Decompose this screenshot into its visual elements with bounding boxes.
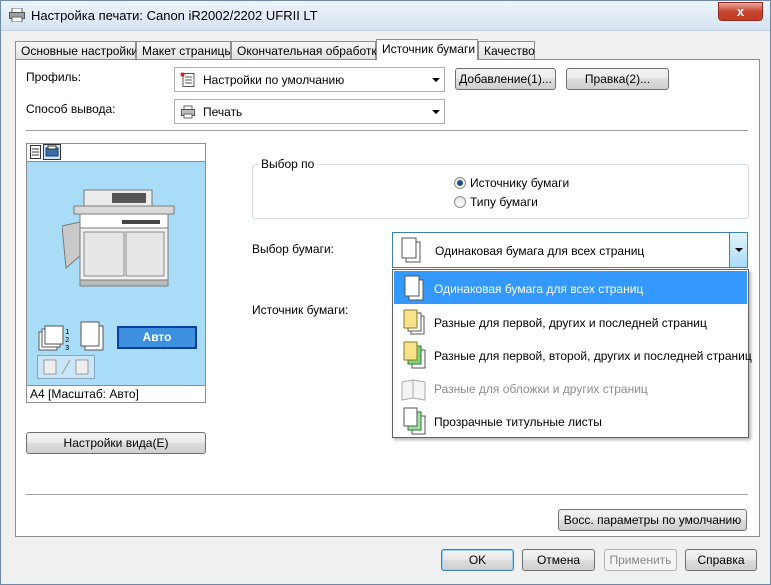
tab-page-layout[interactable]: Макет страницы xyxy=(136,41,233,59)
select-by-label: Выбор по xyxy=(258,157,318,171)
paper-same-icon xyxy=(400,274,428,302)
radio-by-paper-source[interactable] xyxy=(454,177,466,189)
dropdown-item-label: Разные для обложки и других страниц xyxy=(434,382,648,396)
cancel-button[interactable]: Отмена xyxy=(522,549,595,571)
dropdown-item-first-other-last[interactable]: Разные для первой, других и последней ст… xyxy=(394,305,747,338)
tab-quality[interactable]: Качество xyxy=(478,41,535,59)
profile-add-button[interactable]: Добавление(1)... xyxy=(455,68,556,90)
printer-view-icon[interactable] xyxy=(43,144,61,160)
divider xyxy=(26,130,748,131)
dropdown-item-first-second-other-last[interactable]: Разные для первой, второй, других и посл… xyxy=(394,338,752,371)
svg-text:1: 1 xyxy=(65,328,69,336)
help-button[interactable]: Справка xyxy=(685,549,757,571)
paper-select-combo[interactable]: Одинаковая бумага для всех страниц xyxy=(392,232,748,268)
staple-options xyxy=(37,355,95,379)
dropdown-item-label: Разные для первой, других и последней ст… xyxy=(434,316,707,330)
auto-button[interactable]: Авто xyxy=(117,326,197,349)
printer-icon xyxy=(9,8,25,22)
title-bar: Настройка печати: Canon iR2002/2202 UFRI… xyxy=(1,1,770,31)
paper-select-dropdown-list: Одинаковая бумага для всех страниц Разны… xyxy=(392,269,752,438)
paper-same-icon xyxy=(398,236,426,264)
preview-view-switcher xyxy=(26,143,206,161)
preview-caption: А4 [Масштаб: Авто] xyxy=(26,386,206,403)
output-method-label: Способ вывода: xyxy=(26,102,116,116)
copier-illustration xyxy=(62,182,177,290)
paper-stack-icon xyxy=(79,320,107,354)
profile-label: Профиль: xyxy=(26,70,82,84)
chevron-down-icon xyxy=(432,110,440,114)
apply-button[interactable]: Применить xyxy=(604,549,677,571)
profile-select[interactable]: Настройки по умолчанию xyxy=(174,67,445,92)
radio-by-paper-type[interactable] xyxy=(454,196,466,208)
chevron-down-icon xyxy=(432,78,440,82)
divider xyxy=(26,494,748,495)
print-icon xyxy=(180,104,196,120)
paper-select-label: Выбор бумаги: xyxy=(252,242,334,256)
paper-source-label: Источник бумаги: xyxy=(252,303,349,317)
paper-select-value: Одинаковая бумага для всех страниц xyxy=(435,244,645,258)
view-settings-button[interactable]: Настройки вида(E) xyxy=(26,432,206,454)
dropdown-item-label: Прозрачные титульные листы xyxy=(434,415,602,429)
dropdown-item-cover-other[interactable]: Разные для обложки и других страниц xyxy=(394,371,747,404)
dropdown-item-label: Одинаковая бумага для всех страниц xyxy=(434,282,644,296)
svg-text:3: 3 xyxy=(65,344,69,352)
chevron-down-icon[interactable] xyxy=(729,233,747,267)
dropdown-item-label: Разные для первой, второй, других и посл… xyxy=(434,349,752,363)
tab-paper-source[interactable]: Источник бумаги xyxy=(376,39,478,60)
output-method-select[interactable]: Печать xyxy=(174,99,445,124)
select-by-group xyxy=(252,164,749,219)
tab-basic-settings[interactable]: Основные настройки xyxy=(15,41,138,59)
radio-by-paper-type-label[interactable]: Типу бумаги xyxy=(470,195,538,209)
radio-by-paper-source-label[interactable]: Источнику бумаги xyxy=(470,176,569,190)
book-cover-icon xyxy=(400,374,428,402)
dropdown-item-transparency-interleaving[interactable]: Прозрачные титульные листы xyxy=(394,404,747,437)
dropdown-item-same-paper[interactable]: Одинаковая бумага для всех страниц xyxy=(394,271,747,304)
profile-icon xyxy=(180,72,196,88)
paper-different-icon xyxy=(400,308,428,336)
paper-different-color-icon xyxy=(400,341,428,369)
restore-defaults-button[interactable]: Восс. параметры по умолчанию xyxy=(558,509,747,531)
profile-edit-button[interactable]: Правка(2)... xyxy=(566,68,669,90)
profile-value: Настройки по умолчанию xyxy=(203,73,345,87)
output-method-value: Печать xyxy=(203,105,243,119)
page-view-icon[interactable] xyxy=(29,145,42,159)
transparency-sheets-icon xyxy=(400,407,428,435)
close-button[interactable]: x xyxy=(718,2,763,21)
print-settings-window: Настройка печати: Canon iR2002/2202 UFRI… xyxy=(0,0,771,585)
collate-icon: 1 2 3 xyxy=(37,322,73,354)
printer-preview: 1 2 3 xyxy=(26,161,206,386)
ok-button[interactable]: OK xyxy=(441,549,514,571)
window-title: Настройка печати: Canon iR2002/2202 UFRI… xyxy=(31,8,318,23)
svg-text:2: 2 xyxy=(65,336,69,344)
tab-finishing[interactable]: Окончательная обработка xyxy=(231,41,384,59)
